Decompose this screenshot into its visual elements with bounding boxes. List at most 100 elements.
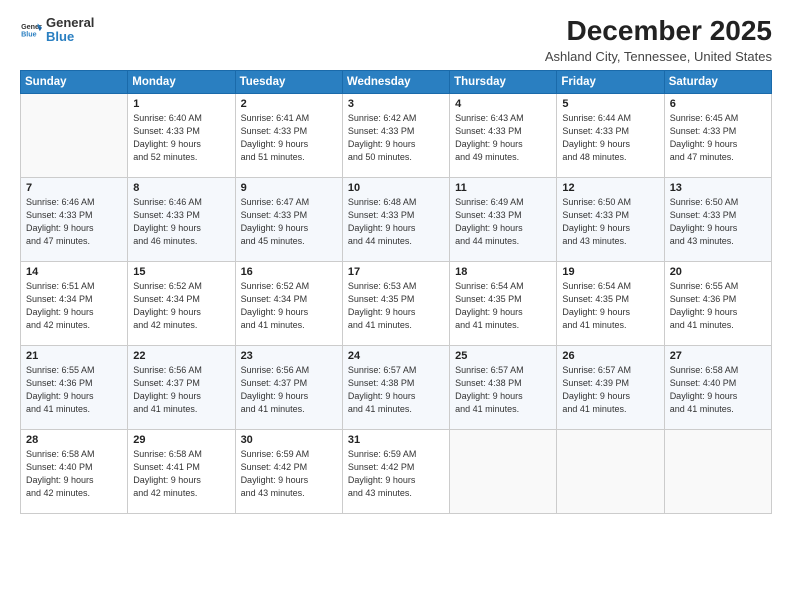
calendar-cell: 30 Sunrise: 6:59 AMSunset: 4:42 PMDayligh…	[235, 429, 342, 513]
day-number: 15	[133, 266, 229, 278]
logo-blue: Blue	[46, 30, 94, 44]
calendar-table: SundayMondayTuesdayWednesdayThursdayFrid…	[20, 70, 772, 514]
calendar-cell: 8 Sunrise: 6:46 AMSunset: 4:33 PMDaylight…	[128, 177, 235, 261]
logo-icon: General Blue	[20, 19, 42, 41]
day-info: Sunrise: 6:52 AMSunset: 4:34 PMDaylight:…	[133, 280, 229, 332]
calendar-cell: 28 Sunrise: 6:58 AMSunset: 4:40 PMDayligh…	[21, 429, 128, 513]
calendar-cell: 10 Sunrise: 6:48 AMSunset: 4:33 PMDayligh…	[342, 177, 449, 261]
day-info: Sunrise: 6:56 AMSunset: 4:37 PMDaylight:…	[133, 364, 229, 416]
day-number: 19	[562, 266, 658, 278]
col-header-tuesday: Tuesday	[235, 70, 342, 93]
header: General Blue General Blue December 2025 …	[20, 16, 772, 64]
subtitle: Ashland City, Tennessee, United States	[545, 49, 772, 64]
day-info: Sunrise: 6:50 AMSunset: 4:33 PMDaylight:…	[670, 196, 766, 248]
day-info: Sunrise: 6:55 AMSunset: 4:36 PMDaylight:…	[26, 364, 122, 416]
calendar-cell	[450, 429, 557, 513]
logo-text: General Blue	[46, 16, 94, 45]
col-header-saturday: Saturday	[664, 70, 771, 93]
calendar-cell: 19 Sunrise: 6:54 AMSunset: 4:35 PMDayligh…	[557, 261, 664, 345]
col-header-monday: Monday	[128, 70, 235, 93]
calendar-cell: 6Sunrise: 6:45 AMSunset: 4:33 PMDaylight…	[664, 93, 771, 177]
logo-general: General	[46, 16, 94, 30]
calendar-cell: 18Sunrise: 6:54 AMSunset: 4:35 PMDayligh…	[450, 261, 557, 345]
day-number: 10	[348, 182, 444, 194]
day-info: Sunrise: 6:43 AMSunset: 4:33 PMDaylight:…	[455, 112, 551, 164]
day-info: Sunrise: 6:48 AMSunset: 4:33 PMDaylight:…	[348, 196, 444, 248]
day-number: 9	[241, 182, 337, 194]
day-info: Sunrise: 6:54 AMSunset: 4:35 PMDaylight:…	[455, 280, 551, 332]
day-number: 22	[133, 350, 229, 362]
col-header-thursday: Thursday	[450, 70, 557, 93]
day-info: Sunrise: 6:58 AMSunset: 4:40 PMDaylight:…	[26, 448, 122, 500]
calendar-cell: 1Sunrise: 6:40 AMSunset: 4:33 PMDaylight…	[128, 93, 235, 177]
day-number: 2	[241, 98, 337, 110]
day-number: 24	[348, 350, 444, 362]
calendar-cell: 20 Sunrise: 6:55 AMSunset: 4:36 PMDayligh…	[664, 261, 771, 345]
svg-text:Blue: Blue	[21, 31, 37, 39]
day-info: Sunrise: 6:41 AMSunset: 4:33 PMDaylight:…	[241, 112, 337, 164]
day-number: 1	[133, 98, 229, 110]
calendar-cell: 5Sunrise: 6:44 AMSunset: 4:33 PMDaylight…	[557, 93, 664, 177]
day-info: Sunrise: 6:58 AMSunset: 4:40 PMDaylight:…	[670, 364, 766, 416]
calendar-header-row: SundayMondayTuesdayWednesdayThursdayFrid…	[21, 70, 772, 93]
calendar-cell: 15 Sunrise: 6:52 AMSunset: 4:34 PMDayligh…	[128, 261, 235, 345]
day-number: 5	[562, 98, 658, 110]
day-number: 31	[348, 434, 444, 446]
calendar-cell: 21 Sunrise: 6:55 AMSunset: 4:36 PMDayligh…	[21, 345, 128, 429]
calendar-cell: 2 Sunrise: 6:41 AMSunset: 4:33 PMDaylight…	[235, 93, 342, 177]
week-row-0: 1Sunrise: 6:40 AMSunset: 4:33 PMDaylight…	[21, 93, 772, 177]
week-row-2: 14 Sunrise: 6:51 AMSunset: 4:34 PMDayligh…	[21, 261, 772, 345]
calendar-cell: 11 Sunrise: 6:49 AMSunset: 4:33 PMDayligh…	[450, 177, 557, 261]
week-row-1: 7 Sunrise: 6:46 AMSunset: 4:33 PMDaylight…	[21, 177, 772, 261]
day-number: 3	[348, 98, 444, 110]
day-info: Sunrise: 6:51 AMSunset: 4:34 PMDaylight:…	[26, 280, 122, 332]
day-number: 6	[670, 98, 766, 110]
day-info: Sunrise: 6:49 AMSunset: 4:33 PMDaylight:…	[455, 196, 551, 248]
calendar-cell: 23Sunrise: 6:56 AMSunset: 4:37 PMDayligh…	[235, 345, 342, 429]
day-number: 12	[562, 182, 658, 194]
day-number: 29	[133, 434, 229, 446]
calendar-cell: 26Sunrise: 6:57 AMSunset: 4:39 PMDayligh…	[557, 345, 664, 429]
col-header-sunday: Sunday	[21, 70, 128, 93]
logo: General Blue General Blue	[20, 16, 94, 45]
week-row-3: 21 Sunrise: 6:55 AMSunset: 4:36 PMDayligh…	[21, 345, 772, 429]
day-info: Sunrise: 6:53 AMSunset: 4:35 PMDaylight:…	[348, 280, 444, 332]
day-number: 17	[348, 266, 444, 278]
col-header-friday: Friday	[557, 70, 664, 93]
day-number: 28	[26, 434, 122, 446]
day-number: 20	[670, 266, 766, 278]
page: General Blue General Blue December 2025 …	[0, 0, 792, 612]
day-info: Sunrise: 6:52 AMSunset: 4:34 PMDaylight:…	[241, 280, 337, 332]
calendar-cell: 31Sunrise: 6:59 AMSunset: 4:42 PMDayligh…	[342, 429, 449, 513]
day-number: 7	[26, 182, 122, 194]
day-number: 23	[241, 350, 337, 362]
day-info: Sunrise: 6:42 AMSunset: 4:33 PMDaylight:…	[348, 112, 444, 164]
calendar-cell: 14 Sunrise: 6:51 AMSunset: 4:34 PMDayligh…	[21, 261, 128, 345]
day-info: Sunrise: 6:57 AMSunset: 4:38 PMDaylight:…	[455, 364, 551, 416]
day-number: 21	[26, 350, 122, 362]
day-info: Sunrise: 6:58 AMSunset: 4:41 PMDaylight:…	[133, 448, 229, 500]
day-number: 30	[241, 434, 337, 446]
calendar-cell: 16 Sunrise: 6:52 AMSunset: 4:34 PMDayligh…	[235, 261, 342, 345]
day-info: Sunrise: 6:54 AMSunset: 4:35 PMDaylight:…	[562, 280, 658, 332]
day-number: 8	[133, 182, 229, 194]
calendar-cell: 3 Sunrise: 6:42 AMSunset: 4:33 PMDaylight…	[342, 93, 449, 177]
day-info: Sunrise: 6:57 AMSunset: 4:39 PMDaylight:…	[562, 364, 658, 416]
calendar-cell: 4 Sunrise: 6:43 AMSunset: 4:33 PMDaylight…	[450, 93, 557, 177]
day-number: 14	[26, 266, 122, 278]
col-header-wednesday: Wednesday	[342, 70, 449, 93]
day-info: Sunrise: 6:46 AMSunset: 4:33 PMDaylight:…	[26, 196, 122, 248]
calendar-cell: 29 Sunrise: 6:58 AMSunset: 4:41 PMDayligh…	[128, 429, 235, 513]
day-number: 16	[241, 266, 337, 278]
calendar-cell: 25 Sunrise: 6:57 AMSunset: 4:38 PMDayligh…	[450, 345, 557, 429]
day-info: Sunrise: 6:47 AMSunset: 4:33 PMDaylight:…	[241, 196, 337, 248]
day-info: Sunrise: 6:57 AMSunset: 4:38 PMDaylight:…	[348, 364, 444, 416]
day-number: 25	[455, 350, 551, 362]
day-number: 11	[455, 182, 551, 194]
day-info: Sunrise: 6:59 AMSunset: 4:42 PMDaylight:…	[241, 448, 337, 500]
calendar-cell	[557, 429, 664, 513]
day-info: Sunrise: 6:55 AMSunset: 4:36 PMDaylight:…	[670, 280, 766, 332]
day-info: Sunrise: 6:46 AMSunset: 4:33 PMDaylight:…	[133, 196, 229, 248]
title-block: December 2025 Ashland City, Tennessee, U…	[545, 16, 772, 64]
day-number: 4	[455, 98, 551, 110]
